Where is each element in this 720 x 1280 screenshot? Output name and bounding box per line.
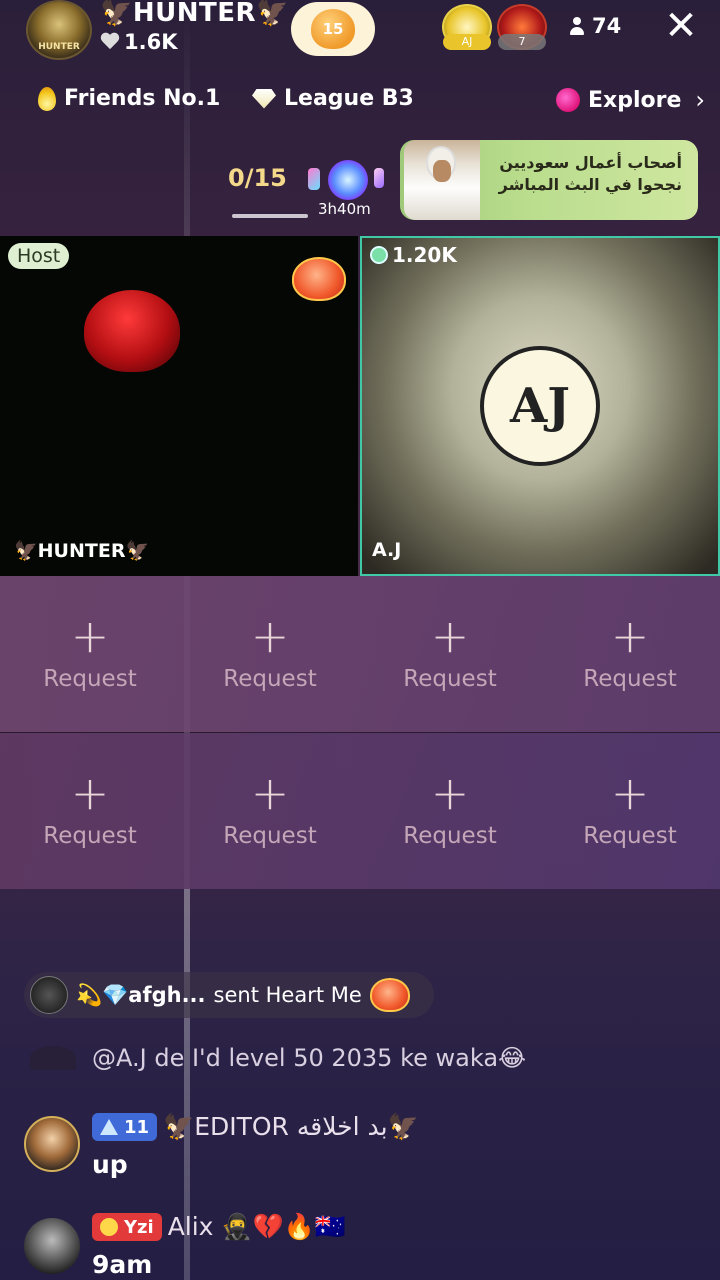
event-timer: 3h40m bbox=[318, 200, 371, 218]
explore-label: Explore bbox=[588, 87, 682, 113]
plus-icon: + bbox=[430, 609, 470, 663]
request-seat[interactable]: + Request bbox=[360, 733, 540, 889]
follow-button[interactable]: 15 bbox=[291, 2, 375, 56]
guest-avatar-logo: AJ bbox=[480, 346, 600, 466]
gift-text: sent Heart Me bbox=[213, 983, 362, 1007]
chevron-right-icon: › bbox=[695, 86, 706, 114]
guest-score: 1.20K bbox=[370, 243, 457, 267]
heart-sticker-icon bbox=[292, 257, 346, 301]
event-gem-icon[interactable] bbox=[328, 160, 368, 200]
request-label: Request bbox=[583, 823, 677, 849]
plus-icon: + bbox=[250, 609, 290, 663]
request-seat[interactable]: + Request bbox=[180, 576, 360, 732]
plus-icon: + bbox=[610, 609, 650, 663]
chat-header: 11 🦅EDITOR بد اخلاقه🦅 bbox=[92, 1112, 419, 1142]
friends-rank-link[interactable]: Friends No.1 bbox=[38, 86, 220, 111]
level-icon bbox=[100, 1119, 118, 1135]
progress-bar bbox=[232, 214, 308, 218]
request-seat[interactable]: + Request bbox=[180, 733, 360, 889]
request-label: Request bbox=[583, 666, 677, 692]
request-label: Request bbox=[43, 666, 137, 692]
request-label: Request bbox=[43, 823, 137, 849]
request-label: Request bbox=[403, 823, 497, 849]
banner-photo bbox=[404, 140, 480, 220]
coin-icon bbox=[100, 1218, 118, 1236]
avatar[interactable] bbox=[30, 1046, 76, 1070]
request-row: + Request + Request + Request + Request bbox=[0, 733, 720, 889]
guest-logo-text: AJ bbox=[510, 378, 570, 434]
chat-message: up bbox=[92, 1150, 128, 1179]
request-seat[interactable]: + Request bbox=[360, 576, 540, 732]
request-seat[interactable]: + Request bbox=[540, 576, 720, 732]
host-likes: 1.6K bbox=[100, 30, 177, 54]
plus-icon: + bbox=[70, 766, 110, 820]
avatar[interactable] bbox=[24, 1218, 80, 1274]
progress-text[interactable]: 0/15 bbox=[228, 164, 287, 192]
chat-username[interactable]: Alix 🥷💔🔥🇦🇺 bbox=[168, 1212, 346, 1242]
request-seat[interactable]: + Request bbox=[0, 576, 180, 732]
top-viewer-badge-2: 7 bbox=[498, 34, 546, 50]
host-seat-name: 🦅HUNTER🦅 bbox=[14, 540, 150, 562]
avatar[interactable] bbox=[24, 1116, 80, 1172]
chat-message: @A.J de I'd level 50 2035 ke waka😂 bbox=[92, 1044, 527, 1072]
plus-icon: + bbox=[610, 766, 650, 820]
guest-seat-name: A.J bbox=[372, 539, 402, 561]
request-row: + Request + Request + Request + Request bbox=[0, 576, 720, 732]
host-likes-count: 1.6K bbox=[124, 30, 178, 54]
explore-icon bbox=[556, 88, 580, 112]
close-button[interactable]: ✕ bbox=[660, 6, 702, 48]
request-seat[interactable]: + Request bbox=[540, 733, 720, 889]
flame-icon bbox=[38, 86, 56, 111]
guest-score-value: 1.20K bbox=[392, 243, 457, 267]
request-label: Request bbox=[223, 666, 317, 692]
chat-header: Yzi Alix 🥷💔🔥🇦🇺 bbox=[92, 1212, 346, 1242]
fan-badge: Yzi bbox=[92, 1213, 162, 1241]
score-icon bbox=[370, 246, 388, 264]
rose-flower bbox=[84, 290, 180, 372]
gem-icon bbox=[308, 168, 320, 190]
chat-username[interactable]: 🦅EDITOR بد اخلاقه🦅 bbox=[163, 1112, 419, 1142]
viewer-count-value: 74 bbox=[592, 14, 622, 38]
person-icon bbox=[570, 17, 584, 35]
avatar[interactable] bbox=[30, 976, 68, 1014]
plus-icon: + bbox=[70, 609, 110, 663]
heart-icon bbox=[100, 33, 120, 51]
league-link[interactable]: League B3 bbox=[252, 86, 414, 111]
request-label: Request bbox=[223, 823, 317, 849]
request-label: Request bbox=[403, 666, 497, 692]
viewer-count[interactable]: 74 bbox=[570, 14, 621, 38]
heart-gift-icon bbox=[369, 978, 410, 1012]
gift-notification[interactable]: 💫💎afgh... sent Heart Me bbox=[24, 972, 434, 1018]
league-label: League B3 bbox=[284, 86, 414, 111]
level-badge: 11 bbox=[92, 1113, 158, 1141]
host-avatar-label: HUNTER bbox=[38, 42, 80, 52]
friends-label: Friends No.1 bbox=[64, 86, 221, 111]
request-seat[interactable]: + Request bbox=[0, 733, 180, 889]
diamond-icon bbox=[252, 88, 276, 109]
follow-heart-icon: 15 bbox=[311, 9, 355, 49]
fan-badge-label: Yzi bbox=[124, 1216, 154, 1238]
level-value: 11 bbox=[124, 1116, 150, 1138]
face-shape bbox=[433, 160, 451, 182]
host-avatar[interactable]: HUNTER bbox=[26, 0, 92, 60]
follow-count: 15 bbox=[322, 20, 344, 38]
host-name[interactable]: 🦅HUNTER🦅 bbox=[100, 0, 289, 28]
host-tag: Host bbox=[8, 243, 70, 269]
chat-message: 9am bbox=[92, 1250, 153, 1279]
plus-icon: + bbox=[250, 766, 290, 820]
gift-sender-name[interactable]: 💫💎afgh... bbox=[76, 983, 206, 1008]
explore-link[interactable]: Explore › bbox=[556, 86, 705, 114]
top-viewer-badge-1: AJ bbox=[443, 34, 491, 50]
banner-text: أصحاب أعمال سعوديين نجحوا في البث المباش… bbox=[498, 153, 682, 194]
gem-icon bbox=[374, 168, 384, 188]
plus-icon: + bbox=[430, 766, 470, 820]
